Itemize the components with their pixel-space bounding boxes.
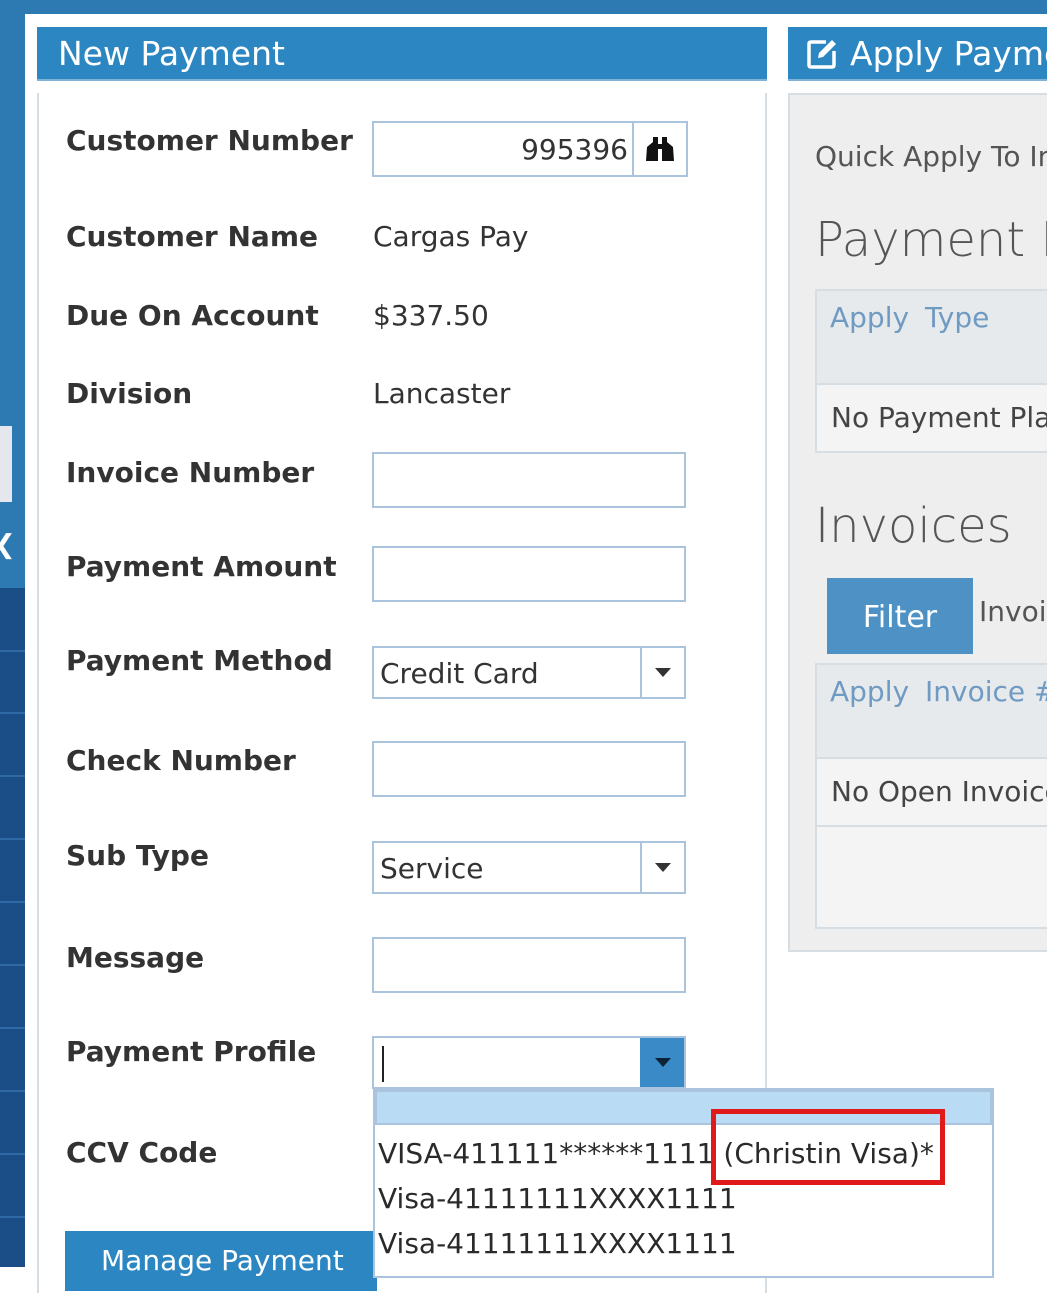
column-header-apply[interactable]: Apply (830, 675, 909, 708)
rail-menu (0, 588, 25, 1267)
payment-method-select[interactable]: Credit Card (372, 646, 686, 699)
customer-name-value: Cargas Pay (373, 220, 529, 253)
customer-name-label: Customer Name (66, 220, 318, 253)
invoices-title: Invoices (815, 498, 1012, 554)
left-navigation-rail: ❮ (0, 0, 25, 1267)
apply-payment-title: Apply Payme (850, 34, 1047, 73)
quick-apply-label[interactable]: Quick Apply To In (815, 140, 1047, 173)
invoice-number-label: Invoice Number (66, 456, 315, 489)
payment-profile-label: Payment Profile (66, 1035, 317, 1068)
caret-down-icon (655, 668, 671, 677)
due-on-account-value: $337.50 (373, 299, 489, 332)
grid-footer (817, 825, 1047, 927)
payment-profile-option[interactable]: Visa-41111111XXXX1111 (375, 1221, 992, 1266)
edit-icon (807, 40, 836, 69)
payment-plans-grid: Apply Type No Payment Pla (815, 289, 1047, 453)
text-cursor (382, 1046, 384, 1082)
payment-method-dropdown-button[interactable] (640, 648, 684, 697)
grid-header: Apply Type (817, 291, 1047, 385)
customer-lookup-button[interactable] (632, 121, 688, 177)
rail-tab[interactable] (0, 426, 12, 502)
invoice-number-input[interactable] (372, 452, 686, 508)
new-payment-header: New Payment (37, 27, 767, 81)
sub-type-select[interactable]: Service (372, 841, 686, 894)
message-input[interactable] (372, 937, 686, 993)
sub-type-dropdown-button[interactable] (640, 843, 684, 892)
binoculars-icon (646, 137, 674, 161)
payment-profile-dropdown-button[interactable] (640, 1038, 684, 1087)
payment-profile-option[interactable]: Visa-41111111XXXX1111 (375, 1176, 992, 1221)
division-label: Division (66, 377, 193, 410)
grid-header: Apply Invoice # (817, 665, 1047, 759)
grid-empty-message: No Payment Pla (817, 385, 1047, 451)
payment-amount-label: Payment Amount (66, 550, 337, 583)
grid-empty-message: No Open Invoice (817, 759, 1047, 825)
column-header-invoice-number[interactable]: Invoice # (925, 675, 1047, 708)
column-header-type[interactable]: Type (925, 301, 989, 334)
collapse-arrow-icon[interactable]: ❮ (0, 530, 16, 560)
caret-down-icon (655, 1058, 671, 1067)
payment-plans-title: Payment P (815, 212, 1047, 268)
payment-profile-select[interactable] (372, 1036, 686, 1089)
division-value: Lancaster (373, 377, 511, 410)
column-header-apply[interactable]: Apply (830, 301, 909, 334)
sub-type-label: Sub Type (66, 839, 209, 872)
customer-number-label: Customer Number (66, 124, 353, 157)
customer-number-input[interactable] (372, 121, 634, 177)
sub-type-value: Service (380, 852, 484, 885)
top-strip (0, 0, 1047, 14)
payment-amount-input[interactable] (372, 546, 686, 602)
invoice-search-label: Invoi (979, 595, 1047, 628)
payment-profile-options: VISA-411111******1111 (Christin Visa)* V… (373, 1088, 994, 1278)
message-label: Message (66, 941, 205, 974)
ccv-code-label: CCV Code (66, 1136, 218, 1169)
payment-method-label: Payment Method (66, 644, 333, 677)
invoices-grid: Apply Invoice # No Open Invoice (815, 663, 1047, 929)
manage-payment-button[interactable]: Manage Payment (65, 1231, 377, 1291)
apply-payment-header: Apply Payme (788, 27, 1047, 81)
caret-down-icon (655, 863, 671, 872)
payment-profile-option[interactable]: VISA-411111******1111 (Christin Visa)* (375, 1131, 992, 1176)
filter-button[interactable]: Filter (827, 578, 973, 654)
check-number-input[interactable] (372, 741, 686, 797)
due-on-account-label: Due On Account (66, 299, 319, 332)
payment-profile-option[interactable] (375, 1090, 992, 1125)
payment-method-value: Credit Card (380, 657, 539, 690)
check-number-label: Check Number (66, 744, 296, 777)
